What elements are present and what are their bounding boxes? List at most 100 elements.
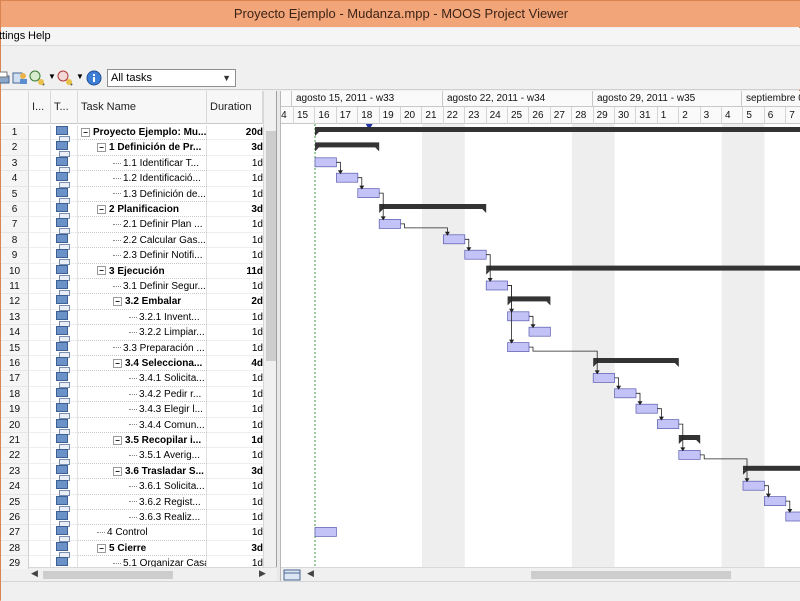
task-name-cell[interactable]: 2.1 Definir Plan ... — [78, 217, 207, 233]
task-name-cell[interactable]: −5 Cierre — [78, 540, 207, 557]
task-name-cell[interactable]: 3.1 Definir Segur... — [78, 279, 207, 295]
task-name-cell[interactable]: 3.2.1 Invent... — [78, 309, 207, 326]
calendar-icon[interactable] — [283, 569, 301, 581]
duration-cell[interactable]: 1d — [207, 217, 263, 233]
scroll-thumb[interactable] — [531, 571, 731, 579]
row-number[interactable]: 5 — [1, 186, 29, 202]
row-number[interactable]: 13 — [1, 309, 29, 326]
task-name-cell[interactable]: −2 Planificacion — [78, 202, 207, 218]
duration-cell[interactable]: 1d — [207, 341, 263, 356]
zoom-out-icon[interactable] — [57, 70, 73, 86]
task-name-cell[interactable]: 3.6.2 Regist... — [78, 494, 207, 510]
table-row[interactable]: 23 −3.6 Trasladar S... 3d — [1, 463, 263, 481]
duration-cell[interactable]: 1d — [207, 310, 263, 326]
task-name-cell[interactable]: −1 Definición de Pr... — [78, 140, 207, 156]
task-name-cell[interactable]: 3.5.1 Averig... — [78, 448, 207, 464]
collapse-icon[interactable]: − — [113, 466, 122, 476]
collapse-icon[interactable]: − — [97, 543, 106, 553]
row-number[interactable]: 4 — [1, 171, 29, 187]
row-number[interactable]: 8 — [1, 232, 29, 249]
duration-cell[interactable]: 1d — [207, 402, 263, 418]
table-row[interactable]: 12−3.2 Embalar 2d — [1, 294, 263, 312]
row-number[interactable]: 18 — [1, 386, 29, 403]
collapse-icon[interactable]: − — [97, 143, 106, 153]
duration-cell[interactable]: 1d — [207, 279, 263, 295]
table-row[interactable]: 26 3.6.3 Realiz... 1d — [1, 510, 263, 527]
row-number[interactable]: 27 — [1, 525, 29, 541]
task-name-cell[interactable]: −3.4 Selecciona... — [78, 356, 207, 372]
table-row[interactable]: 25 3.6.2 Regist... 1d — [1, 494, 263, 512]
table-row[interactable]: 22 3.5.1 Averig... 1d — [1, 448, 263, 466]
table-row[interactable]: 20 3.4.4 Comun... 1d — [1, 417, 263, 435]
duration-cell[interactable]: 1d — [207, 187, 263, 202]
row-number[interactable]: 7 — [1, 217, 29, 233]
row-number[interactable]: 16 — [1, 356, 29, 372]
task-name-cell[interactable]: 3.4.4 Comun... — [78, 417, 207, 433]
table-row[interactable]: 8 2.2 Calcular Gas... 1d — [1, 232, 263, 250]
task-filter-dropdown[interactable]: All tasks ▼ — [107, 69, 236, 87]
row-number-header[interactable] — [1, 91, 29, 124]
duration-cell[interactable]: 3d — [207, 140, 263, 156]
table-row[interactable]: 19 3.4.3 Elegir l... 1d — [1, 402, 263, 420]
duration-cell[interactable]: 1d — [207, 371, 263, 387]
grid-horizontal-scrollbar[interactable]: ◀ ▶ — [29, 567, 277, 581]
task-name-cell[interactable]: 2.2 Calcular Gas... — [78, 232, 207, 249]
table-row[interactable]: 14 3.2.2 Limpiar... 1d — [1, 325, 263, 343]
task-name-cell[interactable]: 1.2 Identificació... — [78, 171, 207, 187]
menu-settings[interactable]: ttings — [0, 30, 25, 42]
task-name-cell[interactable]: 3.6.3 Realiz... — [78, 510, 207, 526]
task-name-cell[interactable]: 3.3 Preparación ... — [78, 340, 207, 356]
scroll-left-icon[interactable]: ◀ — [31, 568, 38, 579]
zoom-out-dropdown-icon[interactable]: ▼ — [76, 72, 84, 81]
table-row[interactable]: 7 2.1 Definir Plan ... 1d — [1, 217, 263, 235]
table-row[interactable]: 10−3 Ejecución 11d — [1, 263, 263, 281]
row-number[interactable]: 29 — [1, 556, 29, 569]
task-name-cell[interactable]: − Proyecto Ejemplo: Mu... — [78, 125, 207, 141]
task-name-column-header[interactable]: Task Name — [78, 91, 207, 124]
table-row[interactable]: 24 3.6.1 Solicita... 1d — [1, 479, 263, 497]
row-number[interactable]: 20 — [1, 417, 29, 433]
title-bar[interactable]: Proyecto Ejemplo - Mudanza.mpp - MOOS Pr… — [1, 1, 800, 27]
task-name-cell[interactable]: 4 Control — [78, 525, 207, 541]
collapse-icon[interactable]: − — [97, 204, 106, 214]
zoom-in-dropdown-icon[interactable]: ▼ — [48, 72, 56, 81]
table-row[interactable]: 3 1.1 Identificar T... 1d — [1, 155, 263, 173]
table-row[interactable]: 13 3.2.1 Invent... 1d — [1, 309, 263, 327]
task-name-cell[interactable]: −3.5 Recopilar i... — [78, 433, 207, 449]
row-number[interactable]: 23 — [1, 463, 29, 480]
table-row[interactable]: 18 3.4.2 Pedir r... 1d — [1, 386, 263, 404]
duration-cell[interactable]: 3d — [207, 202, 263, 218]
menu-help[interactable]: Help — [28, 30, 51, 42]
task-name-cell[interactable]: 3.4.3 Elegir l... — [78, 402, 207, 418]
info-icon[interactable] — [86, 70, 102, 86]
resources-icon[interactable] — [12, 70, 28, 86]
row-number[interactable]: 9 — [1, 248, 29, 264]
duration-cell[interactable]: 1d — [207, 171, 263, 187]
table-row[interactable]: 27 4 Control 1d — [1, 525, 263, 543]
info-column-header[interactable]: I... — [29, 91, 51, 124]
table-row[interactable]: 1 − Proyecto Ejemplo: Mu... 20d — [1, 125, 263, 142]
row-number[interactable]: 2 — [1, 140, 29, 156]
duration-cell[interactable]: 3d — [207, 464, 263, 480]
duration-cell[interactable]: 4d — [207, 356, 263, 372]
print-icon[interactable] — [0, 70, 11, 86]
scroll-thumb[interactable] — [266, 131, 276, 361]
scroll-left-icon[interactable]: ◀ — [307, 568, 314, 579]
duration-cell[interactable]: 1d — [207, 510, 263, 526]
task-name-cell[interactable]: 1.3 Definición de... — [78, 186, 207, 202]
collapse-icon[interactable]: − — [113, 297, 122, 307]
task-name-cell[interactable]: −3.6 Trasladar S... — [78, 463, 207, 480]
collapse-icon[interactable]: − — [113, 435, 122, 445]
duration-cell[interactable]: 1d — [207, 387, 263, 403]
duration-cell[interactable]: 3d — [207, 541, 263, 557]
duration-cell[interactable]: 11d — [207, 264, 263, 279]
duration-cell[interactable]: 1d — [207, 418, 263, 433]
table-row[interactable]: 2 −1 Definición de Pr... 3d — [1, 140, 263, 158]
duration-cell[interactable]: 1d — [207, 433, 263, 449]
duration-cell[interactable]: 1d — [207, 248, 263, 264]
duration-cell[interactable]: 1d — [207, 156, 263, 172]
duration-cell[interactable]: 1d — [207, 495, 263, 510]
table-row[interactable]: 16 −3.4 Selecciona... 4d — [1, 356, 263, 373]
duration-cell[interactable]: 1d — [207, 479, 263, 495]
type-column-header[interactable]: T... — [51, 91, 78, 124]
